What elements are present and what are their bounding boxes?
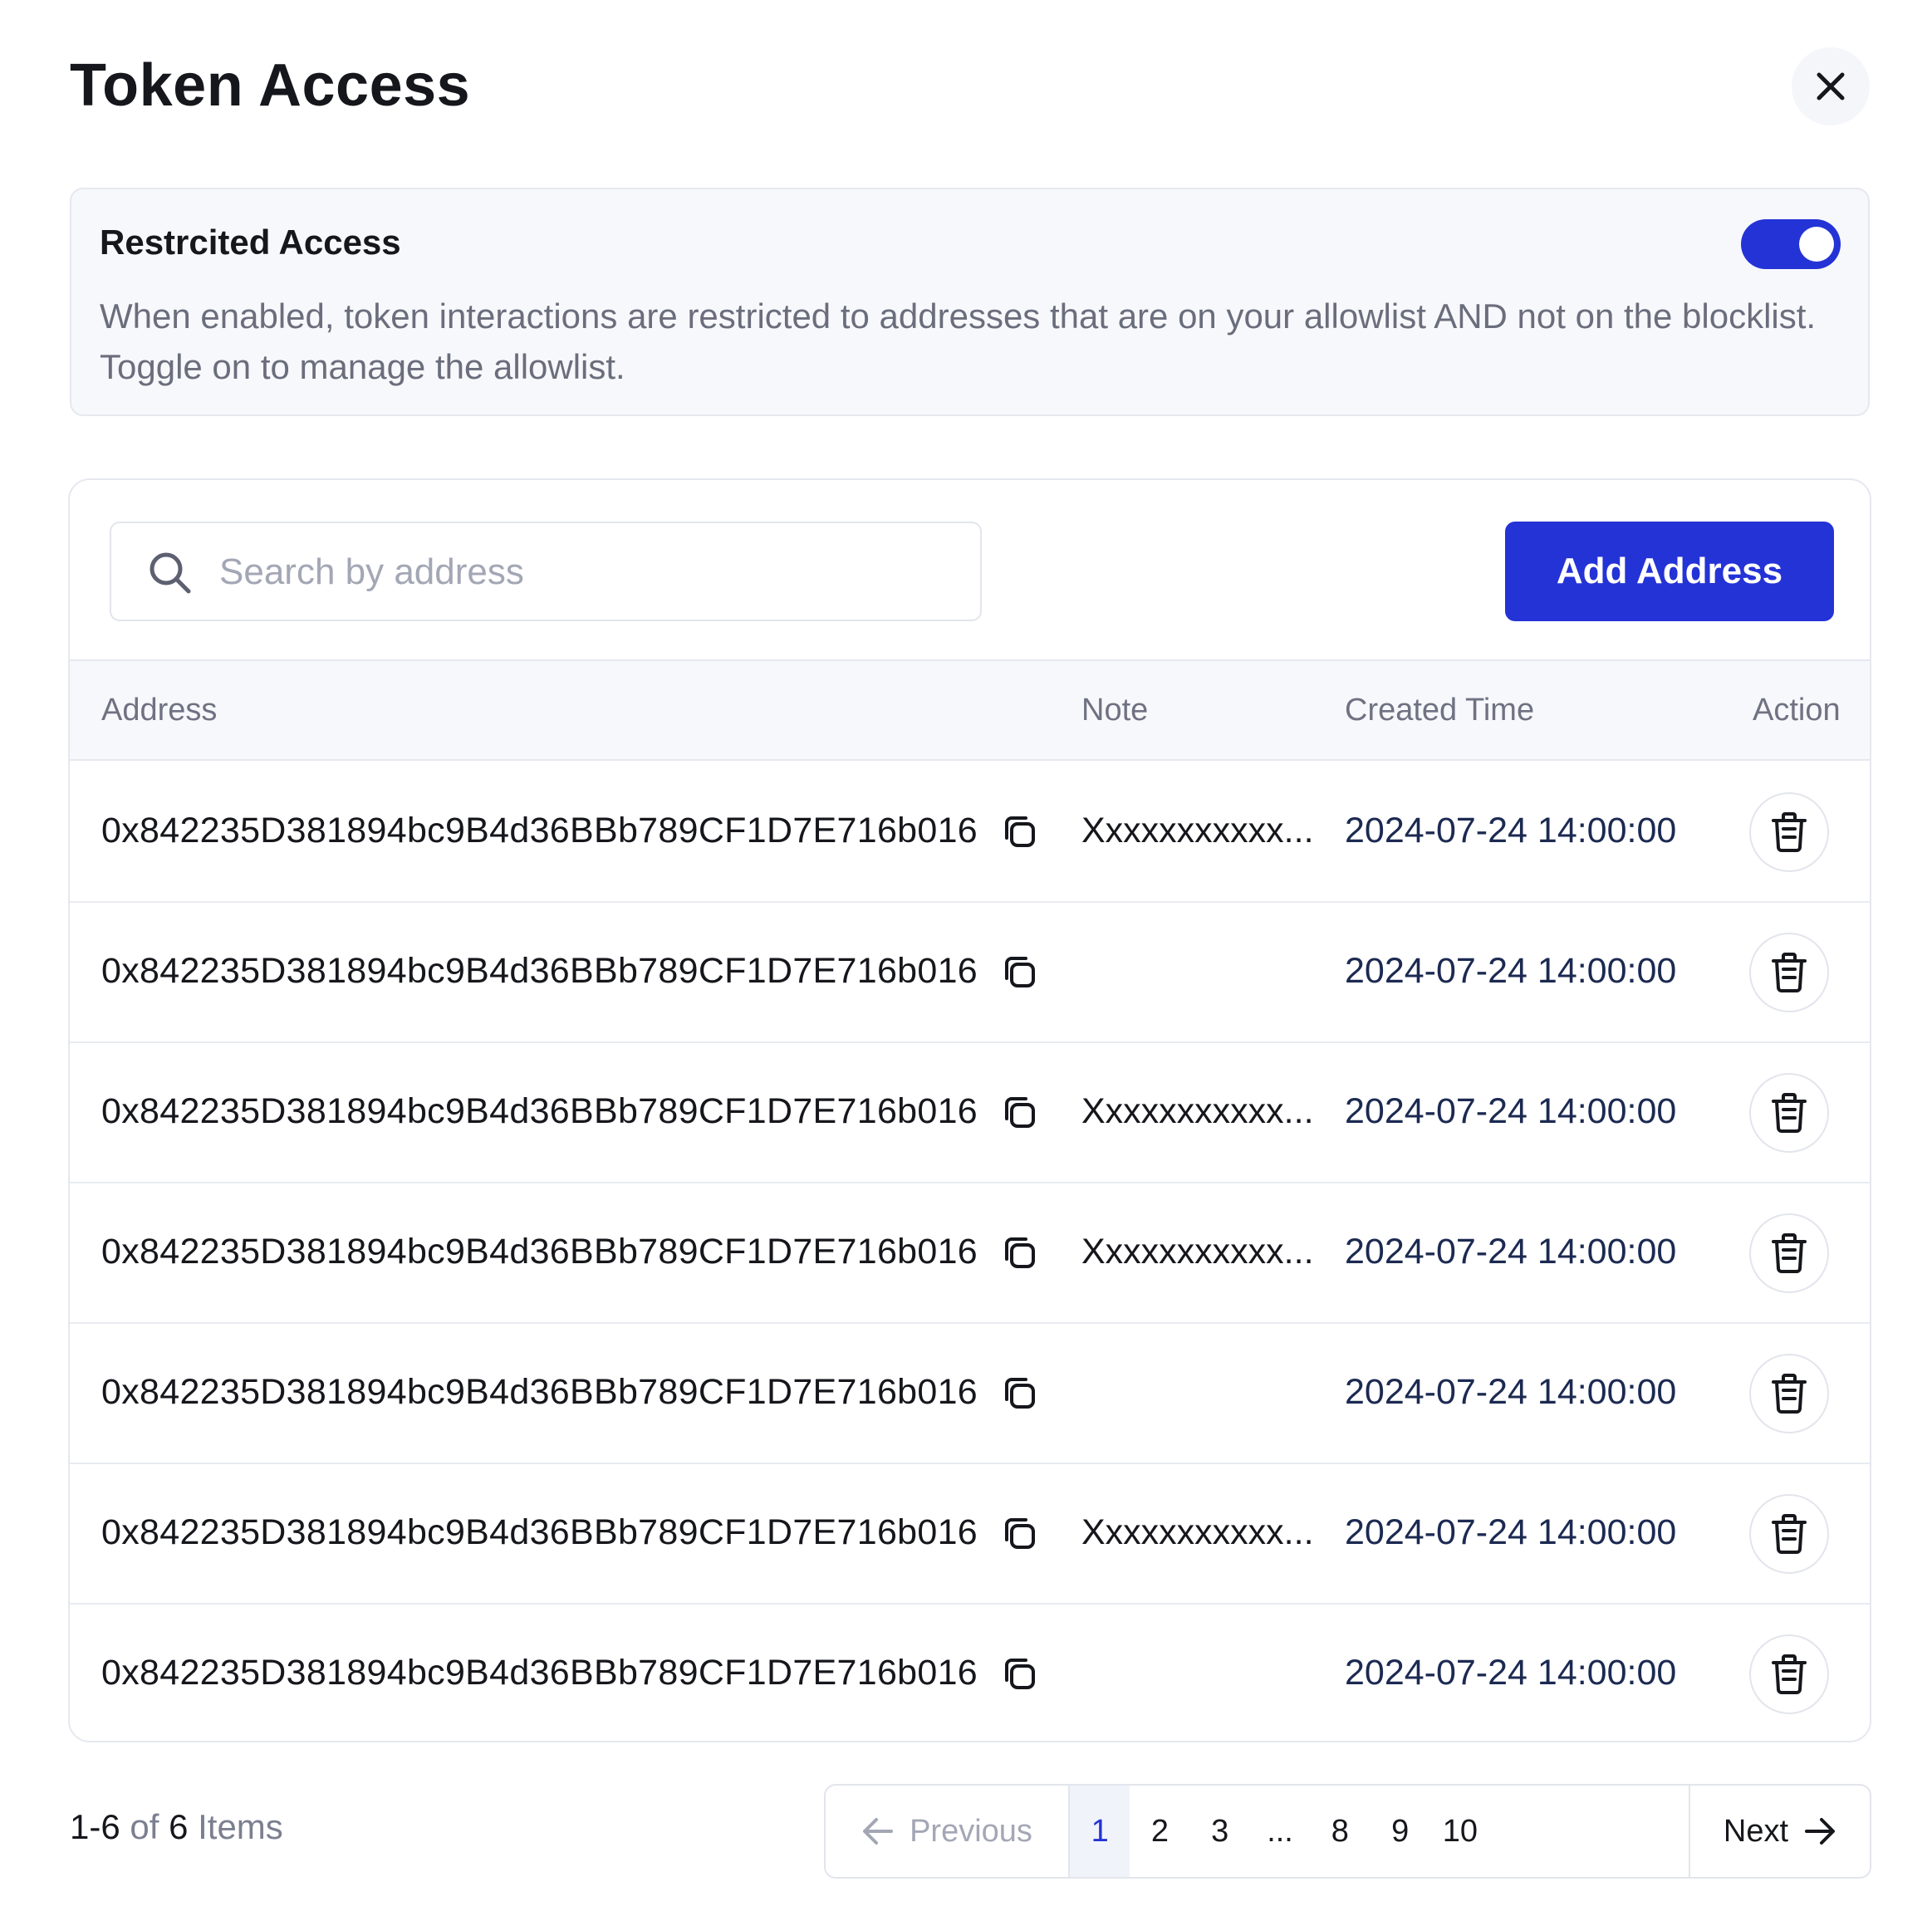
copy-icon[interactable]	[1000, 1514, 1040, 1558]
pagination: Previous 1 2 3... 8 9 10 Next	[824, 1784, 1871, 1879]
search-input[interactable]	[219, 540, 950, 605]
delete-button[interactable]	[1749, 1213, 1829, 1293]
restricted-access-toggle[interactable]	[1741, 219, 1841, 269]
trash-icon	[1772, 1233, 1807, 1273]
column-header-address: Address	[101, 693, 218, 728]
search-box[interactable]	[110, 522, 982, 621]
page-10-button[interactable]: 10	[1430, 1786, 1490, 1877]
created-time-cell: 2024-07-24 14:00:00	[1345, 1512, 1677, 1552]
items-word: Items	[198, 1807, 283, 1846]
copy-icon[interactable]	[1000, 1233, 1040, 1277]
address-cell: 0x842235D381894bc9B4d36BBb789CF1D7E716b0…	[101, 1091, 978, 1131]
restricted-access-title: Restrcited Access	[100, 223, 401, 262]
copy-icon[interactable]	[1000, 953, 1040, 997]
copy-icon[interactable]	[1000, 1093, 1040, 1137]
column-header-action: Action	[1753, 693, 1841, 728]
items-range: 1-6	[70, 1807, 120, 1846]
trash-icon	[1772, 1374, 1807, 1414]
items-of: of	[130, 1807, 159, 1846]
add-address-button[interactable]: Add Address	[1505, 522, 1834, 621]
table-row: 0x842235D381894bc9B4d36BBb789CF1D7E716b0…	[70, 903, 1870, 1043]
delete-button[interactable]	[1749, 1634, 1829, 1714]
address-cell: 0x842235D381894bc9B4d36BBb789CF1D7E716b0…	[101, 1653, 978, 1693]
arrow-left-icon	[863, 1818, 894, 1845]
page-1-button[interactable]: 1	[1070, 1786, 1130, 1877]
note-cell: Xxxxxxxxxxx...	[1081, 1232, 1314, 1272]
delete-button[interactable]	[1749, 792, 1829, 872]
created-time-cell: 2024-07-24 14:00:00	[1345, 811, 1677, 850]
trash-icon	[1772, 1514, 1807, 1554]
table-row: 0x842235D381894bc9B4d36BBb789CF1D7E716b0…	[70, 1464, 1870, 1605]
copy-icon[interactable]	[1000, 1654, 1040, 1698]
previous-page-button[interactable]: Previous	[826, 1786, 1070, 1877]
created-time-cell: 2024-07-24 14:00:00	[1345, 1091, 1677, 1131]
created-time-cell: 2024-07-24 14:00:00	[1345, 951, 1677, 991]
restricted-access-panel: Restrcited Access When enabled, token in…	[70, 188, 1870, 416]
close-icon	[1817, 72, 1845, 100]
trash-icon	[1772, 812, 1807, 852]
items-total: 6	[169, 1807, 189, 1846]
created-time-cell: 2024-07-24 14:00:00	[1345, 1372, 1677, 1412]
delete-button[interactable]	[1749, 933, 1829, 1012]
arrow-right-icon	[1805, 1818, 1836, 1845]
address-cell: 0x842235D381894bc9B4d36BBb789CF1D7E716b0…	[101, 1512, 978, 1552]
page-8-button[interactable]: 8	[1310, 1786, 1370, 1877]
column-header-created-time: Created Time	[1345, 693, 1535, 728]
address-table-card: Add Address Address Note Created Time Ac…	[68, 478, 1871, 1742]
trash-icon	[1772, 1093, 1807, 1133]
page-ellipsis: ...	[1267, 1813, 1293, 1849]
page-title: Token Access	[70, 52, 471, 119]
table-row: 0x842235D381894bc9B4d36BBb789CF1D7E716b0…	[70, 1605, 1870, 1741]
page-9-button[interactable]: 9	[1371, 1786, 1430, 1877]
copy-icon[interactable]	[1000, 1374, 1040, 1418]
table-row: 0x842235D381894bc9B4d36BBb789CF1D7E716b0…	[70, 762, 1870, 903]
restricted-access-description: When enabled, token interactions are res…	[100, 296, 1817, 386]
delete-button[interactable]	[1749, 1073, 1829, 1153]
note-cell: Xxxxxxxxxxx...	[1081, 1091, 1314, 1131]
table-row: 0x842235D381894bc9B4d36BBb789CF1D7E716b0…	[70, 1324, 1870, 1464]
next-label: Next	[1723, 1813, 1789, 1849]
trash-icon	[1772, 1654, 1807, 1694]
items-summary: 1-6 of 6 Items	[70, 1807, 283, 1847]
delete-button[interactable]	[1749, 1354, 1829, 1433]
note-cell: Xxxxxxxxxxx...	[1081, 1512, 1314, 1552]
column-header-note: Note	[1081, 693, 1149, 728]
address-cell: 0x842235D381894bc9B4d36BBb789CF1D7E716b0…	[101, 811, 978, 850]
table-header: Address Note Created Time Action	[70, 659, 1870, 761]
page-2-button[interactable]: 2	[1130, 1786, 1189, 1877]
note-cell: Xxxxxxxxxxx...	[1081, 811, 1314, 850]
search-icon	[150, 552, 191, 594]
page-3-button[interactable]: 3	[1190, 1786, 1250, 1877]
created-time-cell: 2024-07-24 14:00:00	[1345, 1232, 1677, 1272]
delete-button[interactable]	[1749, 1494, 1829, 1574]
table-row: 0x842235D381894bc9B4d36BBb789CF1D7E716b0…	[70, 1183, 1870, 1324]
address-cell: 0x842235D381894bc9B4d36BBb789CF1D7E716b0…	[101, 1372, 978, 1412]
toggle-knob	[1799, 227, 1834, 262]
copy-icon[interactable]	[1000, 812, 1040, 856]
previous-label: Previous	[910, 1813, 1032, 1849]
close-button[interactable]	[1792, 47, 1870, 125]
created-time-cell: 2024-07-24 14:00:00	[1345, 1653, 1677, 1693]
address-cell: 0x842235D381894bc9B4d36BBb789CF1D7E716b0…	[101, 1232, 978, 1272]
next-page-button[interactable]: Next	[1689, 1786, 1870, 1877]
address-cell: 0x842235D381894bc9B4d36BBb789CF1D7E716b0…	[101, 951, 978, 991]
trash-icon	[1772, 953, 1807, 992]
table-row: 0x842235D381894bc9B4d36BBb789CF1D7E716b0…	[70, 1043, 1870, 1183]
